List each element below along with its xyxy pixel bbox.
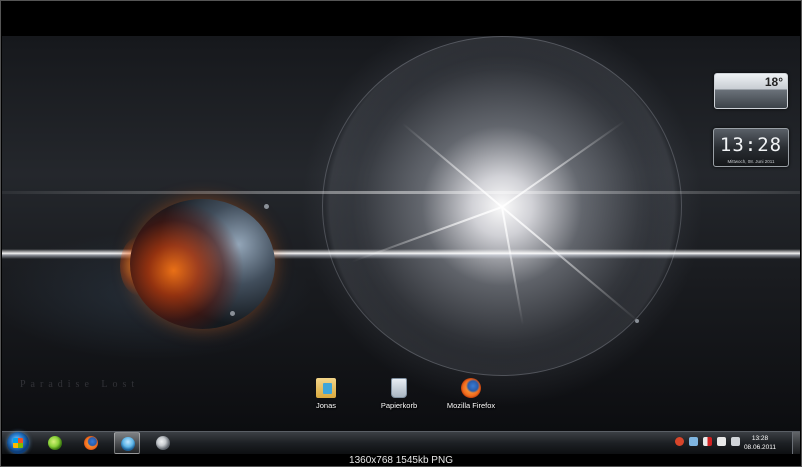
- windows-start-icon: [13, 438, 23, 448]
- show-desktop-button[interactable]: [792, 432, 800, 454]
- taskbar-messenger[interactable]: [42, 432, 68, 454]
- steam-icon: [156, 436, 170, 450]
- clock-date: Mittwoch, 08. Juni 2011: [727, 159, 775, 164]
- desktop-wallpaper[interactable]: Paradise Lost: [2, 36, 800, 431]
- taskbar-windows-live[interactable]: [114, 432, 140, 454]
- tray-date: 08.06.2011: [743, 444, 776, 451]
- desktop-icon-jonas[interactable]: Jonas: [291, 378, 361, 410]
- volume-muted-icon[interactable]: [703, 437, 712, 446]
- system-tray: [675, 437, 740, 446]
- network-tray-icon[interactable]: [689, 437, 698, 446]
- wallpaper-watermark: Paradise Lost: [20, 379, 140, 390]
- volume-icon[interactable]: [731, 437, 740, 446]
- desktop-icon-label: Papierkorb: [380, 401, 418, 410]
- taskbar-firefox[interactable]: [78, 432, 104, 454]
- people-icon: [121, 437, 135, 451]
- desktop-icon-recycle-bin[interactable]: Papierkorb: [364, 378, 434, 410]
- desktop-icon-label: Jonas: [315, 401, 336, 410]
- clock-time: 13:28: [719, 134, 783, 156]
- desktop-icon-label: Mozilla Firefox: [446, 401, 496, 410]
- desktop-icon-firefox[interactable]: Mozilla Firefox: [436, 378, 506, 410]
- moon: [230, 311, 235, 316]
- flash-icon[interactable]: [675, 437, 684, 446]
- moon: [635, 319, 639, 323]
- weather-temperature: 18°: [764, 75, 783, 89]
- start-button[interactable]: [7, 432, 29, 454]
- tray-time: 13:28: [751, 435, 769, 442]
- firefox-icon: [461, 378, 481, 398]
- messenger-icon: [48, 436, 62, 450]
- image-caption: 1360x768 1545kb PNG: [1, 454, 801, 466]
- moon: [264, 204, 269, 209]
- weather-gadget[interactable]: 18°: [714, 73, 788, 109]
- recycle-bin-icon: [391, 378, 407, 398]
- tray-clock[interactable]: 13:28 08.06.2011: [744, 434, 776, 452]
- clock-gadget[interactable]: 13:28 Mittwoch, 08. Juni 2011: [713, 128, 789, 167]
- taskbar-steam[interactable]: [150, 432, 176, 454]
- screenshot-frame: Paradise Lost 18° 13:28 Mittwoch, 08. Ju…: [0, 0, 802, 467]
- horizon-streak: [2, 191, 800, 194]
- taskbar: 13:28 08.06.2011: [2, 431, 800, 454]
- folder-icon: [316, 378, 336, 398]
- firefox-icon: [84, 436, 98, 450]
- burning-planet: [130, 199, 275, 329]
- action-center-icon[interactable]: [717, 437, 726, 446]
